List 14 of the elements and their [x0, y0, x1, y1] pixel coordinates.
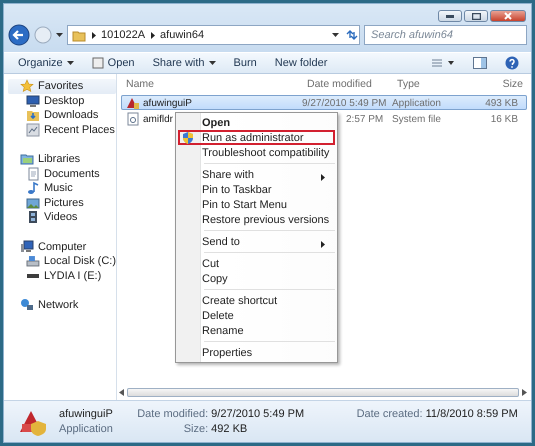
date-cell-text: 2:57 PM [345, 114, 384, 124]
field-label: Date modified: [136, 408, 208, 420]
date-cell-text: 9/27/2010 5:49 PM [302, 98, 388, 108]
field-value: 492 KB [211, 422, 248, 436]
size-cell-text: 16 KB [490, 114, 518, 124]
size-cell-text: 493 KB [484, 98, 518, 108]
field-label: Date created: [356, 408, 423, 420]
file-name: afuwinguiP [59, 408, 114, 420]
field-value: 9/27/2010 5:49 PM [211, 408, 306, 420]
type-cell-text: System file [392, 114, 442, 124]
field-label: Size: [182, 422, 208, 436]
field-value: 11/8/2010 8:59 PM [426, 408, 519, 420]
type-cell-text: Application [392, 98, 442, 108]
file-type: Application [59, 422, 114, 436]
